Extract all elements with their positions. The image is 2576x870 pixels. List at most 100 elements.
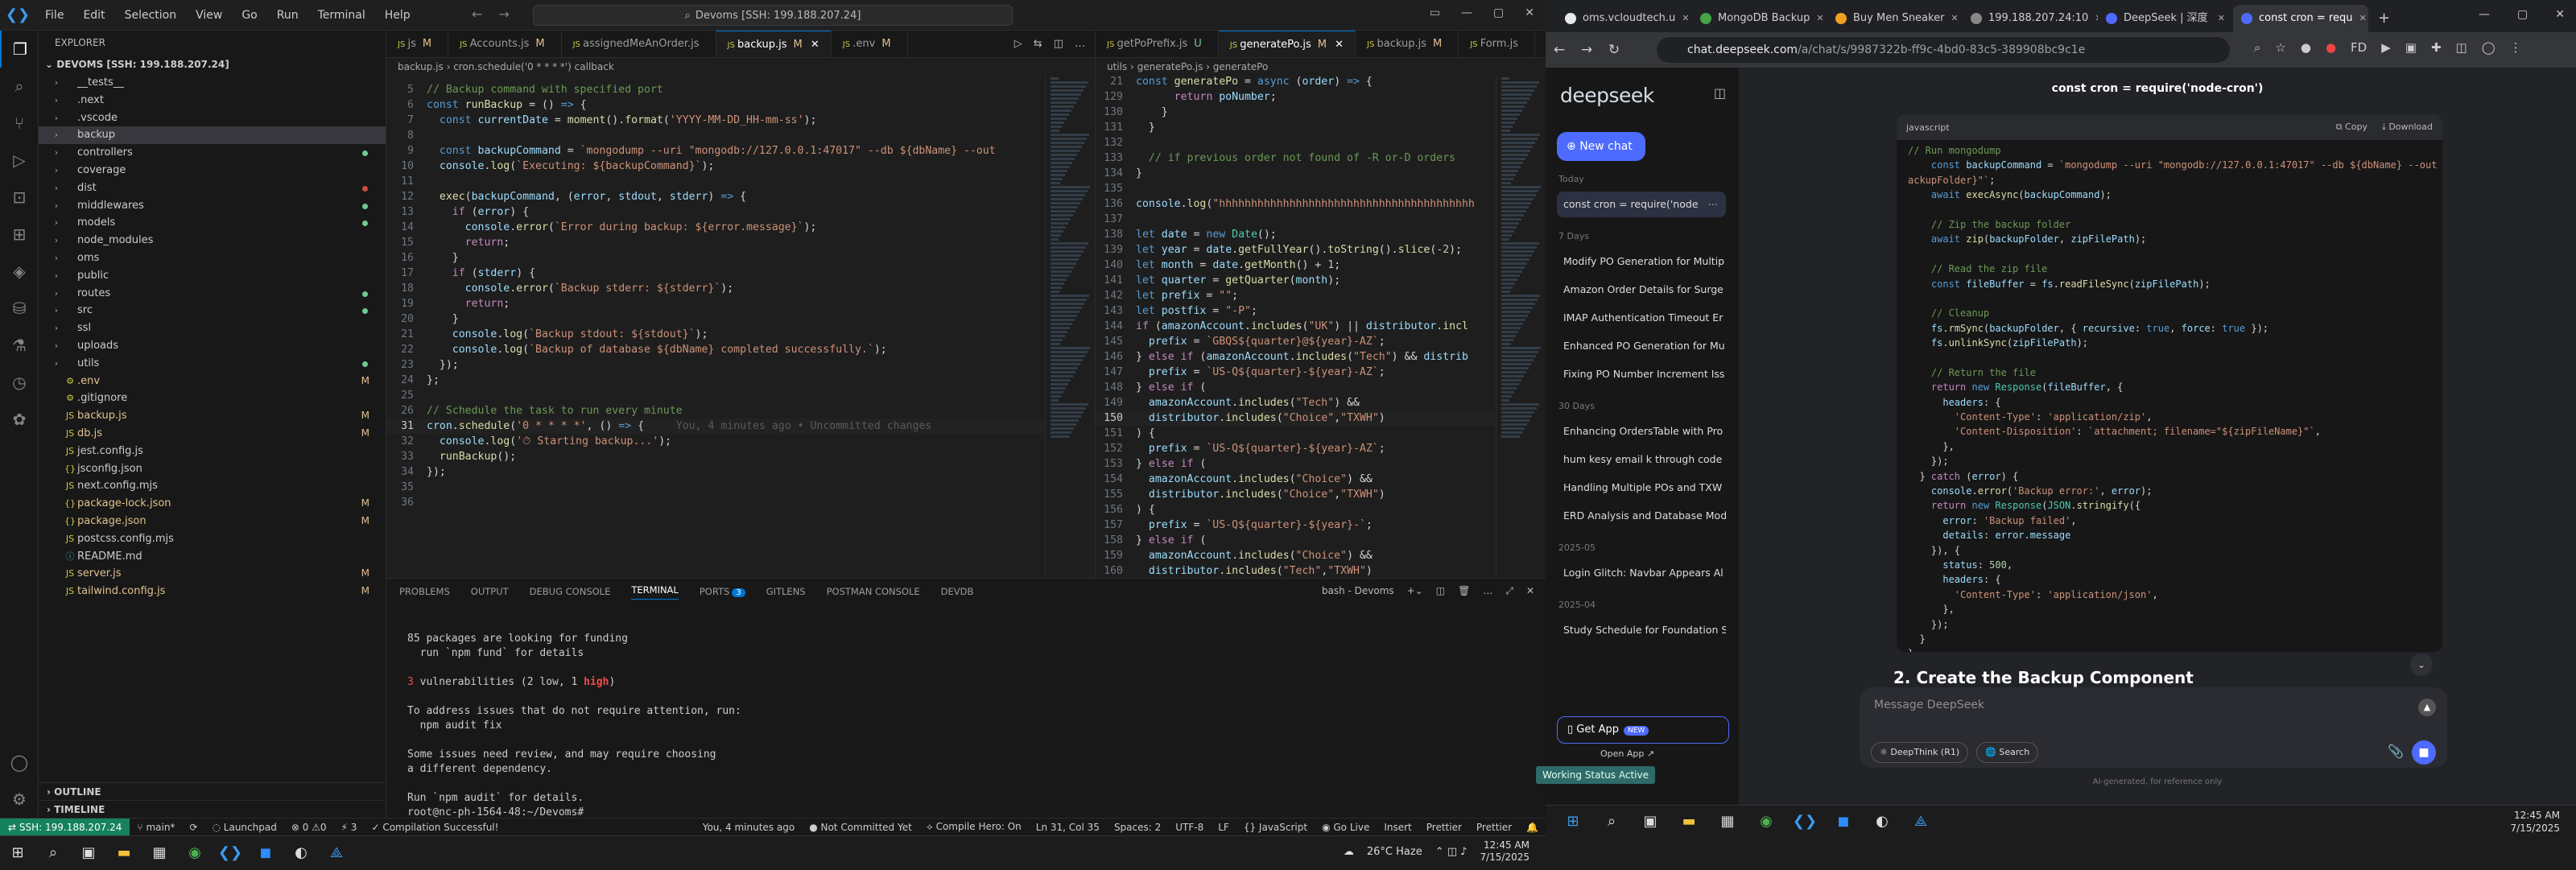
split-view-icon[interactable]: ◫ <box>2456 40 2467 55</box>
editor-tab[interactable]: JS backup.js M ✕ <box>716 31 832 57</box>
panel-tab-devdb[interactable]: DEVDB <box>941 586 974 597</box>
panel-tab-problems[interactable]: PROBLEMS <box>399 586 450 597</box>
compare-icon[interactable]: ⇆ <box>1034 31 1042 58</box>
browser-tab[interactable]: DeepSeek | 深度 ✕ <box>2098 5 2233 32</box>
tab-close-icon[interactable]: ✕ <box>807 39 819 51</box>
panel-tab-output[interactable]: OUTPUT <box>471 586 509 597</box>
history-item[interactable]: Modify PO Generation for Multip <box>1557 249 1726 274</box>
menu-item-go[interactable]: Go <box>232 9 266 22</box>
browser-tab[interactable]: 199.188.207.24:10✕ <box>1963 5 2098 32</box>
source-control-icon[interactable]: ⑂ <box>0 105 39 142</box>
timeline-section[interactable]: › TIMELINE <box>39 800 386 818</box>
history-item[interactable]: Enhancing OrdersTable with Pro <box>1557 419 1726 444</box>
explorer-icon[interactable]: ❐ <box>0 31 39 68</box>
menu-item-help[interactable]: Help <box>375 9 420 22</box>
nav-arrows[interactable]: ←→ <box>472 6 526 22</box>
left-minimap[interactable] <box>1045 76 1095 576</box>
database-icon[interactable]: ⛁ <box>0 290 39 327</box>
task-view-icon[interactable]: ▣ <box>71 836 106 870</box>
panel-tab-ports[interactable]: PORTS 3 <box>700 586 745 597</box>
tab-close-icon[interactable]: ✕ <box>2359 5 2366 32</box>
folder-row[interactable]: › public <box>39 267 386 285</box>
compile-status[interactable]: ✓ Compilation Successful! <box>364 822 506 833</box>
outline-section[interactable]: › OUTLINE <box>39 782 386 800</box>
get-app-button[interactable]: ▯ Get App NEW <box>1557 716 1729 744</box>
app-icon-2[interactable]: ⟁ <box>319 836 354 870</box>
extension-icon-4[interactable]: ▶ <box>2381 40 2391 55</box>
back-icon[interactable]: ← <box>1546 42 1573 58</box>
extension-icon-1[interactable]: ● <box>2301 40 2311 55</box>
store-icon[interactable]: ▦ <box>1710 806 1745 836</box>
download-button[interactable]: ⤓ Download <box>2382 122 2433 133</box>
file-row[interactable]: JS postcss.config.mjs <box>39 530 386 548</box>
app-icon-2[interactable]: ⟁ <box>1903 806 1938 836</box>
store-icon[interactable]: ▦ <box>142 836 177 870</box>
close-icon[interactable]: ✕ <box>2555 8 2565 21</box>
prettier-status-2[interactable]: Prettier <box>1469 822 1519 833</box>
account-icon[interactable]: ◯ <box>0 744 39 781</box>
history-item[interactable]: Fixing PO Number Increment Iss <box>1557 361 1726 387</box>
file-explorer-icon[interactable]: ▬ <box>1671 806 1707 836</box>
right-minimap[interactable] <box>1496 76 1546 576</box>
maximize-icon[interactable]: ▢ <box>1493 6 1504 19</box>
history-item[interactable]: Enhanced PO Generation for Mu <box>1557 333 1726 359</box>
notifications-icon[interactable]: 🔔 <box>1519 822 1546 833</box>
message-composer[interactable]: Message DeepSeek ▲ ⚛ DeepThink (R1) 🌐 Se… <box>1860 687 2447 768</box>
chrome-icon[interactable]: ◉ <box>1748 806 1784 836</box>
extension-icon-3[interactable]: FD <box>2351 40 2367 55</box>
browser-tab[interactable]: oms.vcloudtech.u ✕ <box>1557 5 1692 32</box>
more-options-icon[interactable]: ⋯ <box>1708 192 1719 217</box>
insert-mode-status[interactable]: Insert <box>1377 822 1418 833</box>
code-content[interactable]: // Run mongodump const backupCommand = `… <box>1897 140 2442 652</box>
zoom-lens-icon[interactable]: ⌕ <box>2254 40 2260 55</box>
terminal-name[interactable]: bash - Devoms <box>1322 585 1394 597</box>
tab-close-icon[interactable]: ✕ <box>1682 5 1689 32</box>
cursor-position[interactable]: Ln 31, Col 35 <box>1029 822 1107 833</box>
editor-tab[interactable]: JS assignedMeAnOrder.js <box>562 31 716 57</box>
tray-icons[interactable]: ⌃ ◫ ♪ <box>1435 846 1468 858</box>
panel-tab-gitlens[interactable]: GITLENS <box>766 586 806 597</box>
run-debug-icon[interactable]: ▷ <box>0 142 39 179</box>
vscode-taskbar-icon[interactable]: ❮❯ <box>213 836 248 870</box>
clock-right[interactable]: 12:45 AM 7/15/2025 <box>2510 809 2560 835</box>
split-terminal-icon[interactable]: ◫ <box>1436 585 1445 597</box>
gitlens-icon[interactable]: ◈ <box>0 253 39 290</box>
problems-status[interactable]: ⊗ 0 ⚠0 <box>284 822 334 833</box>
remote-explorer-icon[interactable]: ⊡ <box>0 179 39 216</box>
maximize-icon[interactable]: ▢ <box>2517 8 2528 21</box>
editor-tab[interactable]: JS Form.js <box>1459 31 1535 57</box>
launchpad-status[interactable]: ◌ Launchpad <box>204 822 283 833</box>
browser-tab[interactable]: MongoDB Backup ✕ <box>1692 5 1827 32</box>
file-row[interactable]: JS backup.js M <box>39 407 386 425</box>
extension-icon-5[interactable]: ▣ <box>2405 40 2417 55</box>
history-item[interactable]: Handling Multiple POs and TXW <box>1557 475 1726 501</box>
file-row[interactable]: ⚙ .env M <box>39 373 386 390</box>
attach-icon[interactable]: 📎 <box>2388 744 2404 759</box>
new-terminal-icon[interactable]: +⌄ <box>1407 585 1423 597</box>
eol-status[interactable]: LF <box>1211 822 1236 833</box>
editor-tab[interactable]: JS backup.js M <box>1356 31 1459 57</box>
profile-avatar[interactable]: ◯ <box>2482 40 2496 55</box>
ports-status[interactable]: ⚡ 3 <box>334 822 365 833</box>
menu-item-terminal[interactable]: Terminal <box>308 9 375 22</box>
postman-icon[interactable]: ✿ <box>0 401 39 438</box>
history-item[interactable]: hum kesy email k through code <box>1557 447 1726 472</box>
open-app-link[interactable]: Open App ↗ <box>1600 748 1654 759</box>
testing-icon[interactable]: ⚗ <box>0 327 39 364</box>
indentation-status[interactable]: Spaces: 2 <box>1107 822 1168 833</box>
extensions-puzzle-icon[interactable]: ✚ <box>2431 40 2442 55</box>
menu-item-file[interactable]: File <box>35 9 73 22</box>
message-input[interactable]: Message DeepSeek <box>1874 699 1984 711</box>
history-item[interactable]: Login Glitch: Navbar Appears Al <box>1557 560 1726 586</box>
folder-row[interactable]: › node_modules <box>39 232 386 249</box>
right-editor[interactable]: 21 const generatePo = async (order) => {1… <box>1095 74 1496 578</box>
file-row[interactable]: {} jsconfig.json <box>39 460 386 478</box>
file-row[interactable]: JS db.js M <box>39 425 386 443</box>
workspace-root[interactable]: ⌄ DEVOMS [SSH: 199.188.207.24] <box>39 55 386 74</box>
search-icon[interactable]: ⌕ <box>0 68 39 105</box>
timer-icon[interactable]: ◷ <box>0 364 39 401</box>
taskbar-search-icon[interactable]: ⌕ <box>1594 806 1629 836</box>
search-toggle[interactable]: 🌐 Search <box>1976 742 2039 763</box>
command-center-search[interactable]: ⌕ Devoms [SSH: 199.188.207.24] <box>533 5 1013 26</box>
encoding-status[interactable]: UTF-8 <box>1168 822 1211 833</box>
